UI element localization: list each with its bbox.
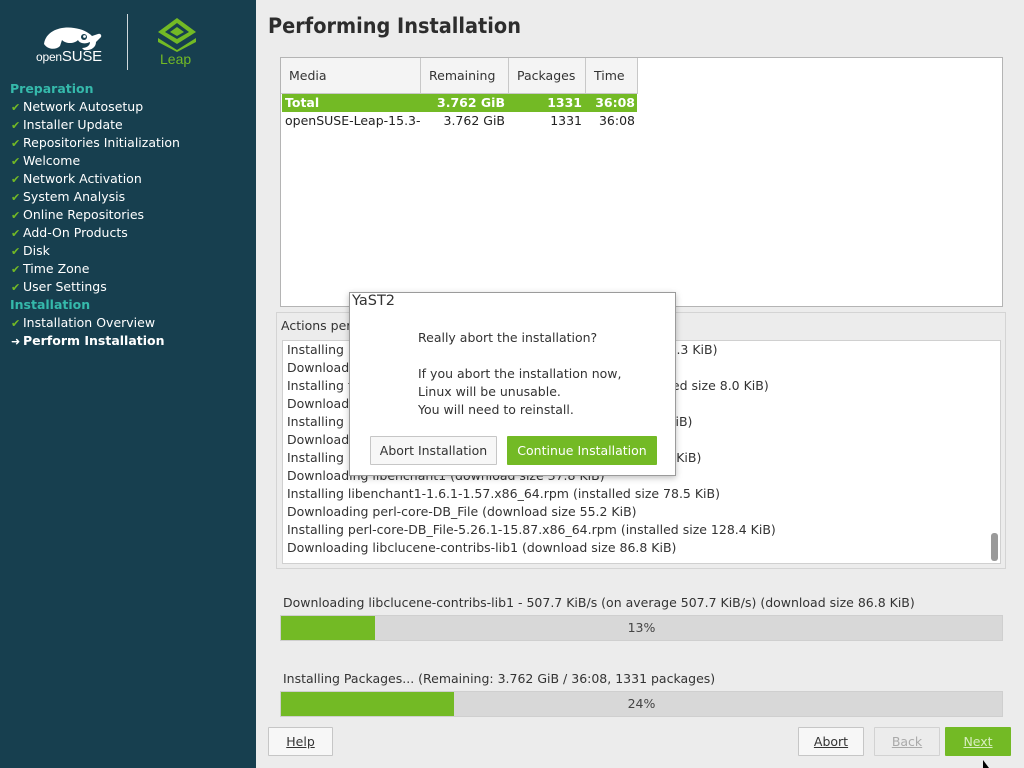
installation-steps: Preparation ✔ Network Autosetup ✔ Installer …: [0, 80, 256, 350]
sidebar-step: ✔ Time Zone: [0, 260, 256, 278]
checkmark-icon: ✔: [11, 317, 21, 330]
sidebar-step-label: Repositories Initialization: [23, 135, 180, 150]
cell-time: 36:08: [598, 113, 635, 128]
checkmark-icon: ✔: [11, 173, 21, 186]
install-progress-bar: 24%: [280, 691, 1003, 717]
sidebar-step-label: Installer Update: [23, 117, 123, 132]
log-scrollbar[interactable]: [990, 343, 998, 561]
abort-installation-label: Abort Installation: [379, 443, 488, 458]
back-button-label: Back: [891, 734, 923, 749]
sidebar-step: ✔ Network Activation: [0, 170, 256, 188]
cell-remaining: 3.762 GiB: [437, 95, 505, 110]
checkmark-icon: ✔: [11, 209, 21, 222]
table-row[interactable]: openSUSE-Leap-15.3-2 3.762 GiB 1331 36:0…: [282, 112, 637, 130]
sidebar-step: ✔ Repositories Initialization: [0, 134, 256, 152]
sidebar: openSUSE Leap Preparation ✔ Network Autose…: [0, 0, 256, 768]
dialog-line: You will need to reinstall.: [418, 402, 574, 417]
abort-button-label: Abort: [813, 734, 849, 749]
help-button[interactable]: Help: [268, 727, 333, 756]
log-line: Installing perl-core-DB_File-5.26.1-15.8…: [287, 522, 776, 537]
abort-button[interactable]: Abort: [798, 727, 864, 756]
dialog-title: YaST2: [350, 293, 398, 309]
next-button-label: Next: [963, 734, 993, 749]
checkmark-icon: ✔: [11, 137, 21, 150]
sidebar-step-label: Installation Overview: [23, 315, 156, 330]
opensuse-wordmark: openSUSE: [36, 48, 102, 65]
sidebar-step: ✔ User Settings: [0, 278, 256, 296]
abort-installation-button[interactable]: Abort Installation: [370, 436, 497, 465]
cell-packages: 1331: [547, 95, 582, 110]
sidebar-step-label: Disk: [23, 243, 50, 258]
install-progress-label: Installing Packages... (Remaining: 3.762…: [283, 671, 716, 686]
download-progress-bar: 13%: [280, 615, 1003, 641]
checkmark-icon: ✔: [11, 263, 21, 276]
checkmark-icon: ✔: [11, 119, 21, 132]
column-header-remaining[interactable]: Remaining: [421, 58, 509, 94]
continue-installation-label: Continue Installation: [517, 443, 647, 458]
sidebar-step-label: User Settings: [23, 279, 107, 294]
cell-packages: 1331: [550, 113, 582, 128]
dialog-question: Really abort the installation?: [418, 330, 598, 345]
sidebar-step: ➜ Perform Installation: [0, 332, 256, 350]
table-row[interactable]: Total 3.762 GiB 1331 36:08: [282, 94, 637, 112]
checkmark-icon: ✔: [11, 245, 21, 258]
cell-time: 36:08: [595, 95, 635, 110]
cell-remaining: 3.762 GiB: [443, 113, 506, 128]
download-progress-label: Downloading libclucene-contribs-lib1 - 5…: [283, 595, 915, 610]
sidebar-step-label: System Analysis: [23, 189, 126, 204]
column-header-packages[interactable]: Packages: [509, 58, 586, 94]
mouse-cursor-icon: [983, 760, 989, 768]
back-button[interactable]: Back: [874, 727, 940, 756]
checkmark-icon: ✔: [11, 101, 21, 114]
cell-media: openSUSE-Leap-15.3-2: [285, 113, 421, 128]
sidebar-step-label: Network Activation: [23, 171, 142, 186]
sidebar-step-label: Perform Installation: [23, 333, 165, 348]
log-line: Downloading perl-core-DB_File (download …: [287, 504, 637, 519]
log-line: Installing libenchant1-1.6.1-1.57.x86_64…: [287, 486, 720, 501]
sidebar-step: ✔ Disk: [0, 242, 256, 260]
arrow-icon: ➜: [11, 335, 21, 348]
sidebar-step-label: Online Repositories: [23, 207, 145, 222]
install-progress-text: 24%: [627, 696, 656, 711]
sidebar-step: ✔ System Analysis: [0, 188, 256, 206]
page-title: Performing Installation: [268, 14, 521, 38]
sidebar-step-label: Network Autosetup: [23, 99, 144, 114]
log-line: Downloading libclucene-contribs-lib1 (do…: [287, 540, 677, 555]
sidebar-step: ✔ Welcome: [0, 152, 256, 170]
abort-confirm-dialog: YaST2 Really abort the installation? If …: [349, 292, 676, 476]
dialog-line: If you abort the installation now,: [418, 366, 622, 381]
dialog-message: Really abort the installation? If you ab…: [418, 329, 622, 419]
dialog-line: Linux will be unusable.: [418, 384, 561, 399]
download-progress-text: 13%: [627, 620, 656, 635]
log-scrollbar-thumb[interactable]: [991, 533, 998, 561]
logo-separator: [127, 14, 128, 70]
sidebar-step-label: Time Zone: [23, 261, 90, 276]
continue-installation-button[interactable]: Continue Installation: [507, 436, 657, 465]
sidebar-step: ✔ Installer Update: [0, 116, 256, 134]
sidebar-step: ✔ Add-On Products: [0, 224, 256, 242]
sidebar-step-label: Add-On Products: [23, 225, 128, 240]
checkmark-icon: ✔: [11, 155, 21, 168]
column-header-media[interactable]: Media: [281, 58, 421, 94]
leap-wordmark: Leap: [160, 51, 192, 67]
sidebar-section-heading: Installation: [10, 297, 91, 312]
leap-logo: [158, 18, 196, 52]
sidebar-step: ✔ Network Autosetup: [0, 98, 256, 116]
dialog-spacer: [418, 347, 622, 365]
media-table-header: Media Remaining Packages Time: [281, 58, 638, 94]
next-button[interactable]: Next: [945, 727, 1011, 756]
sidebar-step: ✔ Online Repositories: [0, 206, 256, 224]
media-table[interactable]: Media Remaining Packages Time Total 3.76…: [280, 57, 1003, 307]
checkmark-icon: ✔: [11, 281, 21, 294]
sidebar-section-heading: Preparation: [10, 81, 94, 96]
checkmark-icon: ✔: [11, 227, 21, 240]
checkmark-icon: ✔: [11, 191, 21, 204]
sidebar-step-label: Welcome: [23, 153, 81, 168]
help-button-label: Help: [286, 734, 315, 749]
column-header-time[interactable]: Time: [586, 58, 638, 94]
sidebar-step: ✔ Installation Overview: [0, 314, 256, 332]
cell-media: Total: [285, 95, 320, 110]
